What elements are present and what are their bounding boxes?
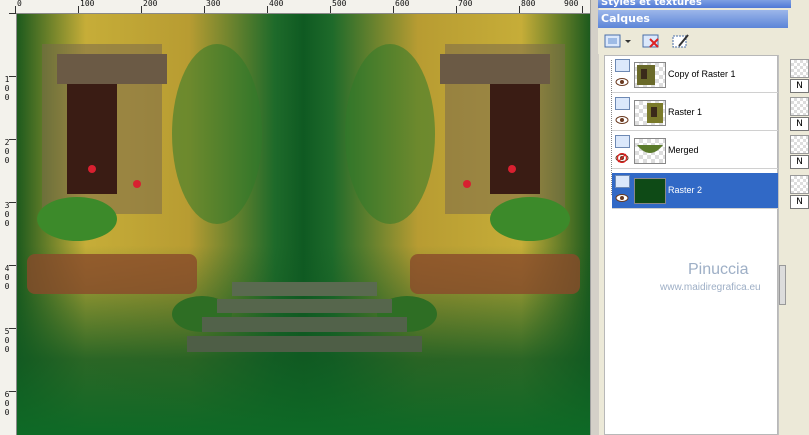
ruler-label: 0 xyxy=(4,345,10,354)
ruler-label: 100 xyxy=(80,0,95,8)
layers-toolbar xyxy=(598,28,788,54)
layer-thumbnail xyxy=(634,62,666,88)
panel-divider[interactable] xyxy=(590,0,599,435)
watermark-url: www.maidiregrafica.eu xyxy=(660,282,761,293)
ruler-label: 800 xyxy=(521,0,536,8)
layer-thumbnail xyxy=(634,138,666,164)
opacity-swatch[interactable] xyxy=(790,97,809,116)
ruler-label: 5 xyxy=(4,327,10,336)
layer-row-raster-2[interactable]: Raster 2 xyxy=(612,173,778,209)
eye-visible-icon[interactable] xyxy=(615,77,630,87)
watermark-name: Pinuccia xyxy=(688,261,749,278)
layers-scrollbar[interactable] xyxy=(778,55,787,435)
horizontal-ruler: 0 100 200 300 400 500 600 700 800 900 xyxy=(0,0,590,14)
blend-column: N N N N xyxy=(788,55,809,435)
ruler-label: 0 xyxy=(4,282,10,291)
layer-row-merged[interactable]: Merged xyxy=(612,133,778,169)
raster-layer-icon xyxy=(615,59,630,72)
blend-mode-field[interactable]: N xyxy=(790,79,809,93)
blend-mode-field[interactable]: N xyxy=(790,117,809,131)
delete-layer-icon[interactable] xyxy=(640,31,662,51)
opacity-swatch[interactable] xyxy=(790,59,809,78)
new-layer-icon[interactable] xyxy=(602,31,626,51)
ruler-label: 500 xyxy=(332,0,347,8)
layer-name: Copy of Raster 1 xyxy=(668,69,736,79)
raster-layer-icon xyxy=(615,97,630,110)
blend-mode-field[interactable]: N xyxy=(790,195,809,209)
layer-row-copy-of-raster-1[interactable]: Copy of Raster 1 xyxy=(612,57,778,93)
ruler-label: 0 xyxy=(4,273,10,282)
ruler-label: 700 xyxy=(458,0,473,8)
ruler-label: 400 xyxy=(269,0,284,8)
ruler-label: 0 xyxy=(4,84,10,93)
layer-row-raster-1[interactable]: Raster 1 xyxy=(612,95,778,131)
ruler-label: 3 xyxy=(4,201,10,210)
ruler-label: 1 xyxy=(4,75,10,84)
ruler-label: 4 xyxy=(4,264,10,273)
properties-icon[interactable] xyxy=(670,31,692,51)
dropdown-arrow-icon[interactable] xyxy=(624,31,632,51)
ruler-label: 0 xyxy=(4,219,10,228)
ruler-label: 600 xyxy=(395,0,410,8)
layer-thumbnail xyxy=(634,178,666,204)
layers-panel-title[interactable]: Calques xyxy=(598,10,788,28)
eye-visible-icon[interactable] xyxy=(615,115,630,125)
ruler-label: 0 xyxy=(4,156,10,165)
ruler-label: 6 xyxy=(4,390,10,399)
raster-layer-icon xyxy=(615,175,630,188)
ruler-label: 0 xyxy=(17,0,22,8)
garden-mirror-image xyxy=(27,44,580,352)
ruler-label: 0 xyxy=(4,147,10,156)
ruler-label: 0 xyxy=(4,336,10,345)
ruler-label: 900 xyxy=(564,0,579,8)
ruler-label: 300 xyxy=(206,0,221,8)
opacity-swatch[interactable] xyxy=(790,175,809,194)
image-canvas[interactable] xyxy=(17,14,590,435)
ruler-label: 0 xyxy=(4,93,10,102)
ruler-label: 200 xyxy=(143,0,158,8)
scrollbar-thumb[interactable] xyxy=(779,265,786,305)
ruler-label: 0 xyxy=(4,408,10,417)
blend-mode-field[interactable]: N xyxy=(790,155,809,169)
layer-name: Raster 1 xyxy=(668,107,703,117)
styles-panel-header[interactable]: Styles et textures xyxy=(598,0,791,8)
layer-name: Raster 2 xyxy=(668,185,703,195)
eye-visible-icon[interactable] xyxy=(615,193,630,203)
vertical-ruler: 1 0 0 2 0 0 3 0 0 4 0 0 5 0 0 6 0 0 xyxy=(0,13,17,435)
ruler-label: 0 xyxy=(4,399,10,408)
ruler-label: 0 xyxy=(4,210,10,219)
raster-layer-icon xyxy=(615,135,630,148)
layer-thumbnail xyxy=(634,100,666,126)
layer-name: Merged xyxy=(668,145,699,155)
ruler-label: 2 xyxy=(4,138,10,147)
eye-hidden-icon[interactable] xyxy=(615,152,630,164)
opacity-swatch[interactable] xyxy=(790,135,809,154)
